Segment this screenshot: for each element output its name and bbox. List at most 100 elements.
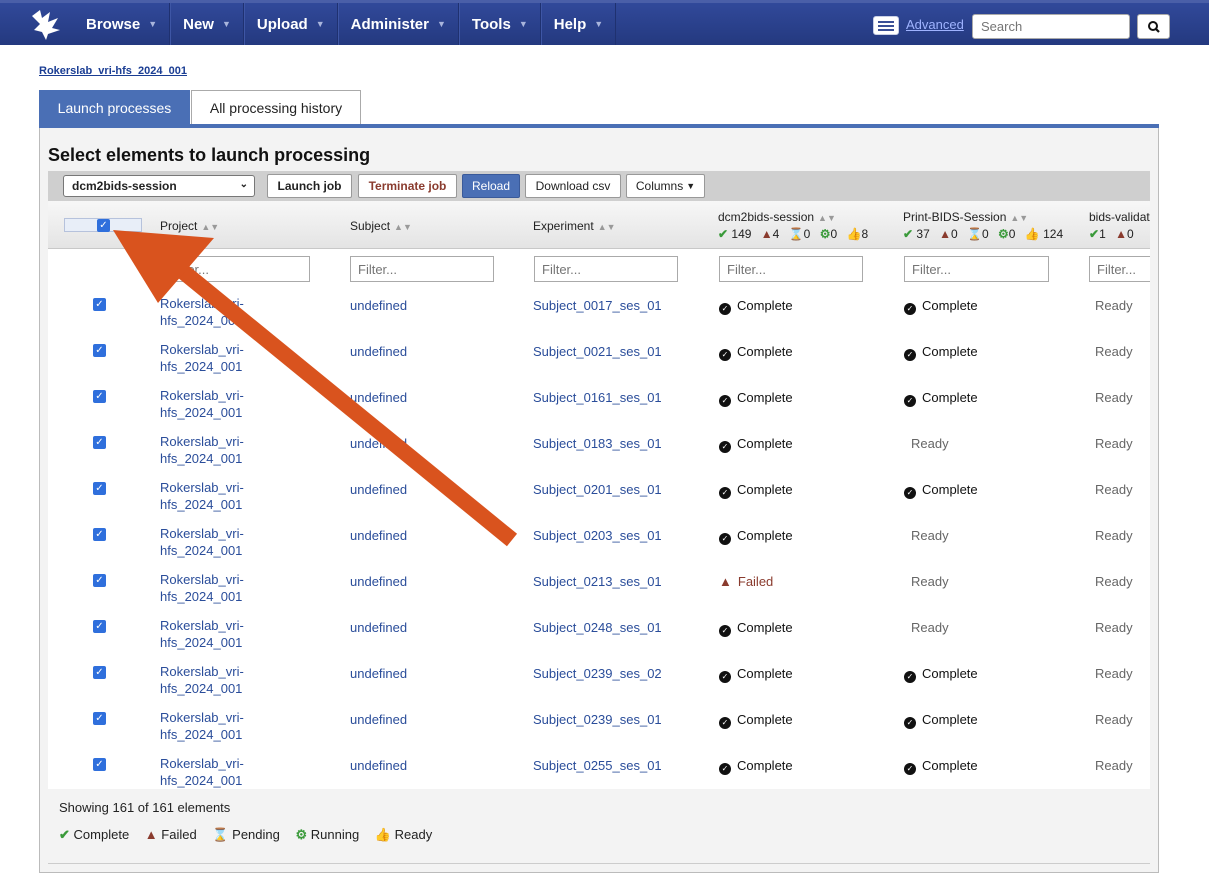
filter-bids-validator[interactable] [1089,256,1150,282]
status-cell[interactable]: ✓ Complete [904,389,978,407]
header-dcm2bids[interactable]: dcm2bids-session ▲▼ [718,210,836,224]
status-cell[interactable]: ✓ Complete [904,297,978,315]
status-cell[interactable]: Ready [1088,343,1133,360]
tab-launch-processes[interactable]: Launch processes [39,90,190,125]
status-cell[interactable]: ✓ Complete [904,711,978,729]
pipeline-select[interactable]: dcm2bids-session ⌄ [63,175,255,197]
status-cell[interactable]: ✓ Complete [904,665,978,683]
subject-link[interactable]: undefined [350,527,407,544]
subject-link[interactable]: undefined [350,435,407,452]
header-print-bids[interactable]: Print-BIDS-Session ▲▼ [903,210,1028,224]
status-cell[interactable]: ✓ Complete [904,757,978,775]
header-project[interactable]: Project ▲▼ [160,219,219,233]
subject-link[interactable]: undefined [350,711,407,728]
status-cell[interactable]: ✓ Complete [719,757,793,775]
select-all-checkbox[interactable]: ✓ [97,219,110,232]
status-cell[interactable]: Ready [904,619,949,636]
subject-link[interactable]: undefined [350,389,407,406]
filter-dcm2bids[interactable] [719,256,863,282]
status-cell[interactable]: ✓ Complete [719,481,793,499]
status-cell[interactable]: Ready [904,527,949,544]
xnat-logo-icon[interactable] [28,8,64,42]
experiment-link[interactable]: Subject_0203_ses_01 [533,527,662,544]
filter-experiment[interactable] [534,256,678,282]
nav-new[interactable]: New ▼ [170,3,244,45]
reload-button[interactable]: Reload [462,174,520,198]
tab-processing-history[interactable]: All processing history [191,90,361,125]
row-checkbox[interactable]: ✓ [93,344,106,357]
experiment-link[interactable]: Subject_0161_ses_01 [533,389,662,406]
row-checkbox[interactable]: ✓ [93,758,106,771]
status-cell[interactable]: Ready [1088,389,1133,406]
experiment-link[interactable]: Subject_0017_ses_01 [533,297,662,314]
advanced-search-link[interactable]: Advanced [906,17,964,32]
project-link[interactable]: Rokerslab_vri-hfs_2024_001 [160,571,250,605]
nav-upload[interactable]: Upload ▼ [243,3,338,45]
row-checkbox[interactable]: ✓ [93,298,106,311]
nav-browse[interactable]: Browse ▼ [74,3,171,45]
header-subject[interactable]: Subject ▲▼ [350,219,412,233]
row-checkbox[interactable]: ✓ [93,620,106,633]
filter-project[interactable] [162,256,310,282]
experiment-link[interactable]: Subject_0255_ses_01 [533,757,662,774]
filter-print-bids[interactable] [904,256,1049,282]
filter-subject[interactable] [350,256,494,282]
project-link[interactable]: Rokerslab_vri-hfs_2024_001 [160,387,250,421]
project-link[interactable]: Rokerslab_vri-hfs_2024_001 [160,433,250,467]
status-cell[interactable]: Ready [1088,573,1133,590]
status-cell[interactable]: Ready [1088,481,1133,498]
row-checkbox[interactable]: ✓ [93,482,106,495]
status-cell[interactable]: Ready [1088,619,1133,636]
launch-job-button[interactable]: Launch job [267,174,352,198]
status-cell[interactable]: Ready [1088,297,1133,314]
header-experiment[interactable]: Experiment ▲▼ [533,219,616,233]
subject-link[interactable]: undefined [350,343,407,360]
row-checkbox[interactable]: ✓ [93,712,106,725]
status-cell[interactable]: ✓ Complete [719,619,793,637]
project-link[interactable]: Rokerslab_vri-hfs_2024_001 [160,525,250,559]
row-checkbox[interactable]: ✓ [93,390,106,403]
status-cell[interactable]: Ready [1088,757,1133,774]
status-cell[interactable]: ✓ Complete [719,435,793,453]
search-button[interactable] [1137,14,1170,39]
status-cell[interactable]: ✓ Complete [719,389,793,407]
subject-link[interactable]: undefined [350,573,407,590]
download-csv-button[interactable]: Download csv [525,174,621,198]
status-cell[interactable]: Ready [904,435,949,452]
subject-link[interactable]: undefined [350,297,407,314]
experiment-link[interactable]: Subject_0021_ses_01 [533,343,662,360]
status-cell[interactable]: ▲ Failed [719,573,773,590]
project-link[interactable]: Rokerslab_vri-hfs_2024_001 [160,617,250,651]
nav-help[interactable]: Help ▼ [540,3,617,45]
row-checkbox[interactable]: ✓ [93,666,106,679]
nav-tools[interactable]: Tools ▼ [458,3,541,45]
select-all-toggle[interactable]: ✓ [64,218,142,232]
status-cell[interactable]: ✓ Complete [719,665,793,683]
status-cell[interactable]: Ready [1088,711,1133,728]
experiment-link[interactable]: Subject_0248_ses_01 [533,619,662,636]
project-link[interactable]: Rokerslab_vri-hfs_2024_001 [160,341,250,375]
nav-administer[interactable]: Administer ▼ [337,3,459,45]
header-bids-validator[interactable]: bids-validat [1089,210,1150,224]
status-cell[interactable]: ✓ Complete [904,343,978,361]
experiment-link[interactable]: Subject_0239_ses_02 [533,665,662,682]
subject-link[interactable]: undefined [350,481,407,498]
search-input[interactable] [972,14,1130,39]
subject-link[interactable]: undefined [350,665,407,682]
project-link[interactable]: Rokerslab_vri-hfs_2024_001 [160,755,250,789]
experiment-link[interactable]: Subject_0201_ses_01 [533,481,662,498]
columns-button[interactable]: Columns ▼ [626,174,705,198]
status-cell[interactable]: Ready [1088,527,1133,544]
subject-link[interactable]: undefined [350,619,407,636]
row-checkbox[interactable]: ✓ [93,436,106,449]
experiment-link[interactable]: Subject_0183_ses_01 [533,435,662,452]
advanced-search-icon[interactable] [873,16,899,35]
subject-link[interactable]: undefined [350,757,407,774]
status-cell[interactable]: ✓ Complete [904,481,978,499]
terminate-job-button[interactable]: Terminate job [358,174,457,198]
project-link[interactable]: Rokerslab_vri-hfs_2024_001 [160,709,250,743]
status-cell[interactable]: Ready [904,573,949,590]
breadcrumb-project[interactable]: Rokerslab_vri-hfs_2024_001 [39,65,187,77]
experiment-link[interactable]: Subject_0213_ses_01 [533,573,662,590]
status-cell[interactable]: Ready [1088,435,1133,452]
